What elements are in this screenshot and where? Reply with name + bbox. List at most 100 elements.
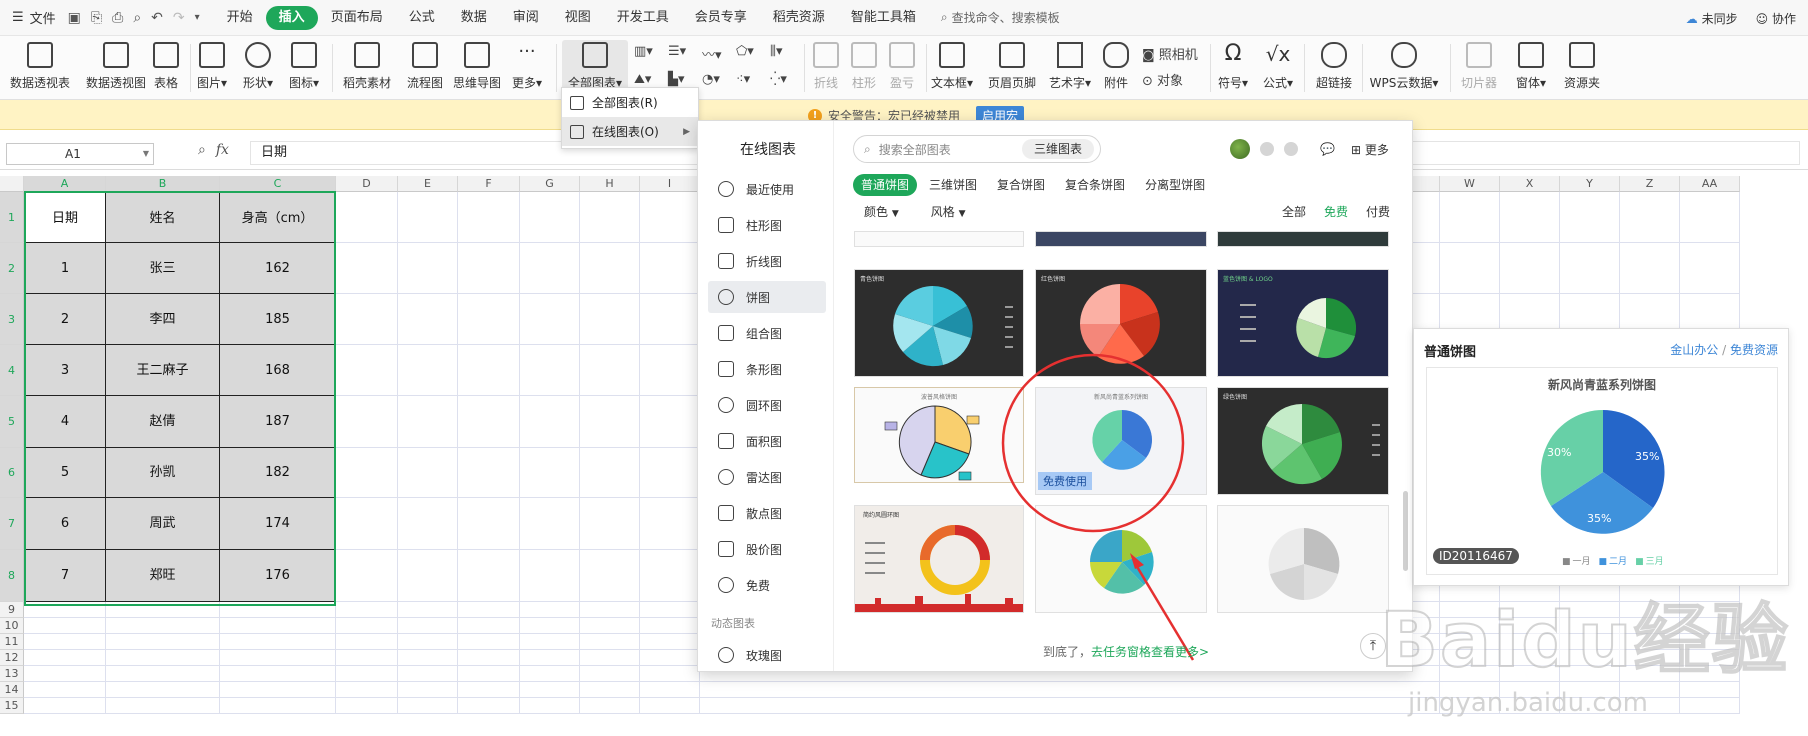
table-header-cell[interactable]: 姓名 <box>106 192 220 243</box>
grid-cell[interactable] <box>640 294 700 345</box>
grid-cell[interactable] <box>1680 243 1740 294</box>
grid-cell[interactable] <box>580 618 640 634</box>
grid-cell[interactable] <box>520 294 580 345</box>
grid-cell[interactable] <box>398 192 458 243</box>
tab-developer[interactable]: 开发工具 <box>604 6 682 30</box>
grid-cell[interactable] <box>458 396 520 448</box>
grid-cell[interactable] <box>1680 602 1740 618</box>
grid-cell[interactable] <box>580 650 640 666</box>
table-cell[interactable]: 1 <box>24 243 106 294</box>
save-icon[interactable]: ▣ <box>68 10 81 26</box>
print-preview-icon[interactable]: ⌕ <box>133 10 141 26</box>
grid-cell[interactable] <box>24 666 106 682</box>
grid-cell[interactable] <box>1500 618 1560 634</box>
redo-icon[interactable]: ↷ <box>173 10 185 26</box>
column-header[interactable]: Z <box>1620 176 1680 192</box>
row-header[interactable]: 9 <box>0 602 24 618</box>
grid-cell[interactable] <box>398 618 458 634</box>
header-footer-button[interactable]: 页眉页脚 <box>982 40 1042 91</box>
line-chart-small-icon[interactable]: 〰▾ <box>702 44 722 63</box>
table-cell[interactable]: 5 <box>24 448 106 498</box>
grid-cell[interactable] <box>336 698 398 714</box>
table-cell[interactable]: 174 <box>220 498 336 550</box>
grid-cell[interactable] <box>458 550 520 602</box>
row-header[interactable]: 13 <box>0 666 24 682</box>
icon-library-button[interactable]: 图标▾ <box>282 40 326 91</box>
table-cell[interactable]: 185 <box>220 294 336 345</box>
bar-chart-small-icon[interactable]: ☰▾ <box>668 44 686 59</box>
grid-cell[interactable] <box>398 634 458 650</box>
grid-cell[interactable] <box>398 294 458 345</box>
command-search[interactable]: ⌕ 查找命令、搜索模板 <box>941 9 1060 26</box>
sync-status[interactable]: ☁ 未同步 <box>1686 10 1738 27</box>
menu-item-all-charts[interactable]: 全部图表(R) <box>562 88 698 117</box>
grid-cell[interactable] <box>336 294 398 345</box>
table-cell[interactable]: 6 <box>24 498 106 550</box>
row-header[interactable]: 10 <box>0 618 24 634</box>
grid-cell[interactable] <box>520 550 580 602</box>
select-all-corner[interactable] <box>0 176 24 192</box>
grid-cell[interactable] <box>336 602 398 618</box>
style-filter[interactable]: 风格 ▼ <box>931 203 966 220</box>
grid-cell[interactable] <box>398 243 458 294</box>
symbol-button[interactable]: Ω 符号▾ <box>1212 40 1254 91</box>
table-cell[interactable]: 李四 <box>106 294 220 345</box>
grid-cell[interactable] <box>336 650 398 666</box>
grid-cell[interactable] <box>1560 682 1620 698</box>
column-header[interactable]: A <box>24 176 106 192</box>
grid-cell[interactable] <box>336 243 398 294</box>
column-header[interactable]: G <box>520 176 580 192</box>
grid-cell[interactable] <box>106 618 220 634</box>
grid-cell[interactable] <box>458 666 520 682</box>
other-chart-small-icon[interactable]: ⁛▾ <box>770 72 787 87</box>
grid-cell[interactable] <box>1560 634 1620 650</box>
export-icon[interactable]: ⎘ <box>91 10 102 26</box>
table-cell[interactable]: 孙凯 <box>106 448 220 498</box>
row-header[interactable]: 8 <box>0 550 24 602</box>
column-header[interactable]: W <box>1440 176 1500 192</box>
picture-button[interactable]: 图片▾ <box>192 40 232 91</box>
stock-chart-small-icon[interactable]: ⫼▾ <box>770 44 783 59</box>
grid-cell[interactable] <box>1620 634 1680 650</box>
grid-cell[interactable] <box>1620 698 1680 714</box>
shape-button[interactable]: 形状▾ <box>236 40 280 91</box>
grid-cell[interactable] <box>520 498 580 550</box>
grid-cell[interactable] <box>398 550 458 602</box>
tab-page-layout[interactable]: 页面布局 <box>318 6 396 30</box>
textbox-button[interactable]: 文本框▾ <box>926 40 978 91</box>
attachment-button[interactable]: 附件 <box>1094 40 1138 91</box>
grid-cell[interactable] <box>458 682 520 698</box>
grid-cell[interactable] <box>336 448 398 498</box>
grid-cell[interactable] <box>398 650 458 666</box>
radar-chart-small-icon[interactable]: ⬠▾ <box>736 44 754 59</box>
grid-cell[interactable] <box>336 634 398 650</box>
zoom-search-icon[interactable]: ⌕ <box>198 142 206 158</box>
grid-cell[interactable] <box>1620 602 1680 618</box>
grid-cell[interactable] <box>398 396 458 448</box>
row-header[interactable]: 2 <box>0 243 24 294</box>
grid-cell[interactable] <box>220 602 336 618</box>
grid-cell[interactable] <box>1560 243 1620 294</box>
sparkline-column-button[interactable]: 柱形 <box>844 40 884 91</box>
grid-cell[interactable] <box>1620 192 1680 243</box>
column-header[interactable]: X <box>1500 176 1560 192</box>
slicer-button[interactable]: 切片器 <box>1452 40 1506 91</box>
nav-combo[interactable]: 组合图 <box>708 317 826 349</box>
grid-cell[interactable] <box>580 345 640 396</box>
table-cell[interactable]: 王二麻子 <box>106 345 220 396</box>
back-to-top-button[interactable]: ⤒ <box>1360 633 1386 659</box>
tab-normal-pie[interactable]: 普通饼图 <box>853 174 918 196</box>
grid-cell[interactable] <box>520 666 580 682</box>
row-header[interactable]: 7 <box>0 498 24 550</box>
nav-rose[interactable]: 玫瑰图 <box>708 639 826 671</box>
grid-cell[interactable] <box>458 243 520 294</box>
grid-cell[interactable] <box>1620 243 1680 294</box>
grid-cell[interactable] <box>458 618 520 634</box>
grid-cell[interactable] <box>1620 650 1680 666</box>
grid-cell[interactable] <box>336 345 398 396</box>
grid-cell[interactable] <box>580 698 640 714</box>
nav-column[interactable]: 柱形图 <box>708 209 826 241</box>
grid-cell[interactable] <box>458 650 520 666</box>
tab-compound-bar-pie[interactable]: 复合条饼图 <box>1057 174 1133 196</box>
grid-cell[interactable] <box>24 682 106 698</box>
